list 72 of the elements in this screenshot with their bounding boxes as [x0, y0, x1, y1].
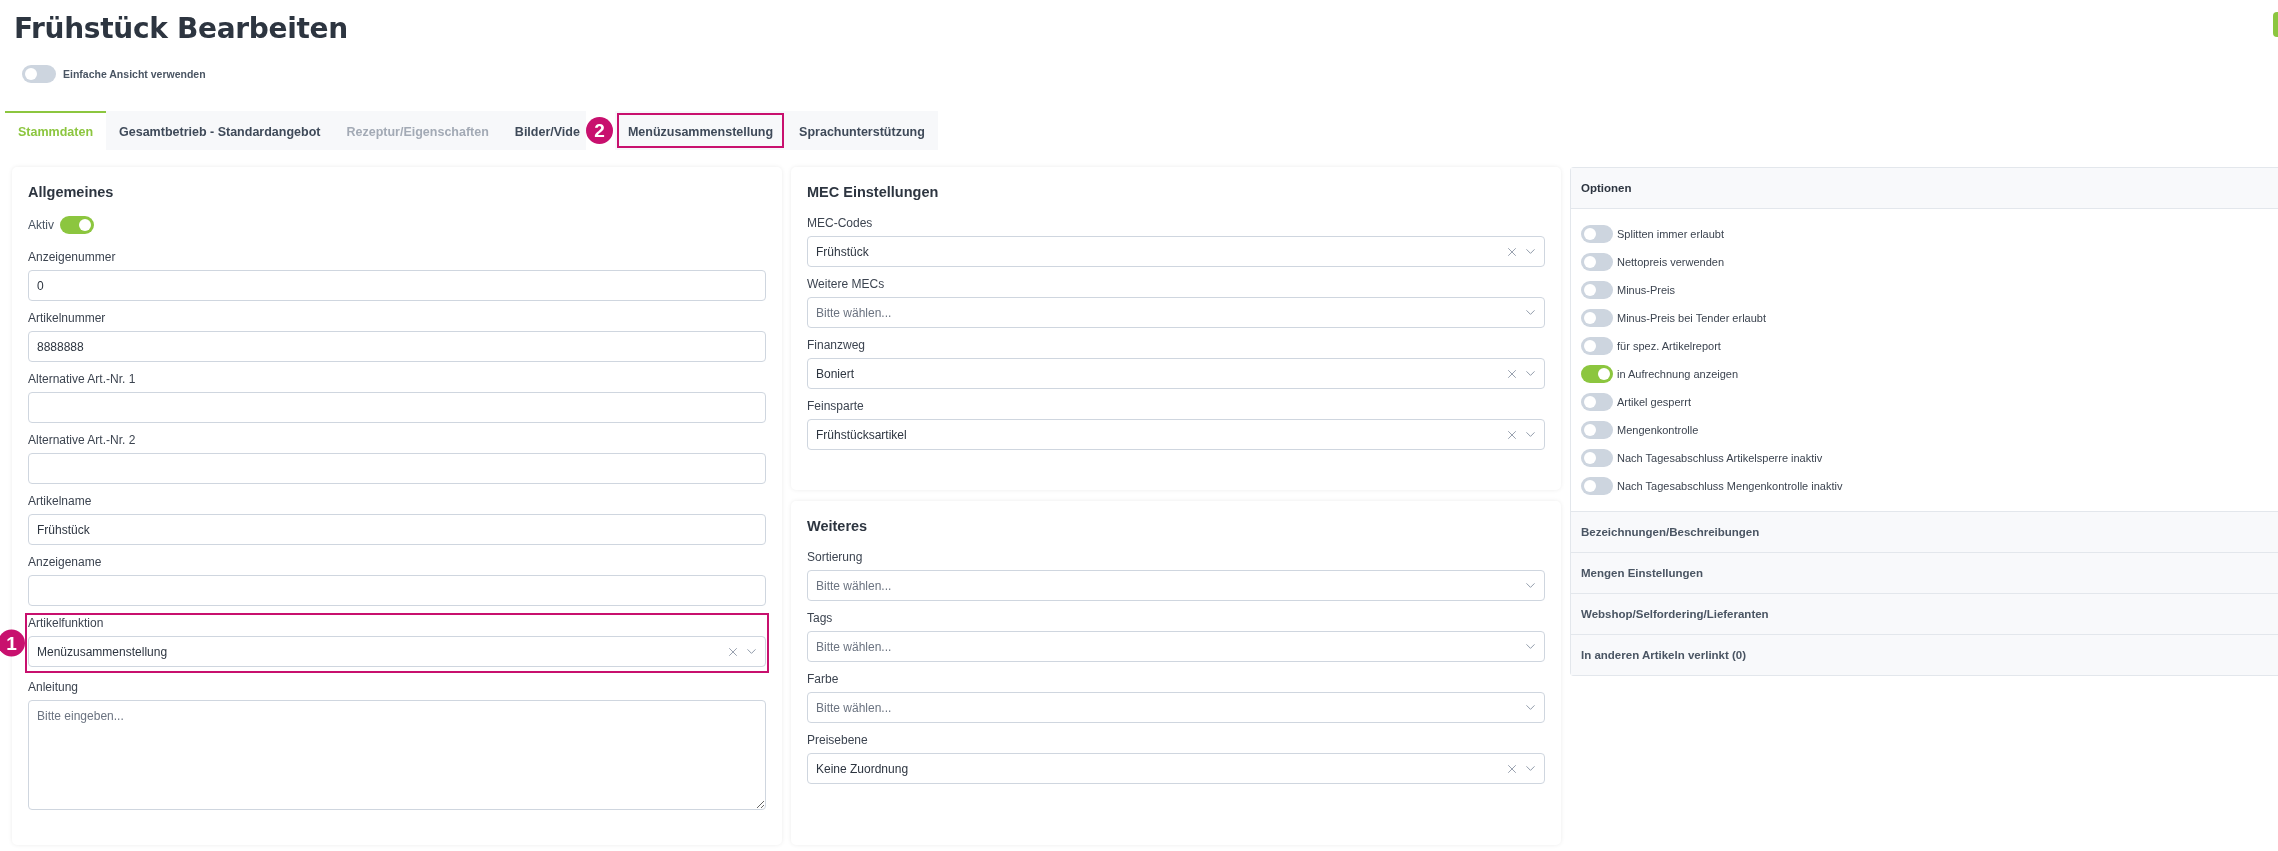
toggle-switch[interactable] — [60, 216, 94, 234]
field-label: Alternative Art.-Nr. 1 — [28, 372, 137, 386]
field-label: Preisebene — [807, 733, 869, 747]
card-title: Allgemeines — [28, 184, 115, 200]
select-field[interactable]: Frühstücksartikel — [807, 419, 1545, 450]
toggle-label: Nach Tagesabschluss Mengenkontrolle inaktiv — [1617, 480, 1843, 492]
toggle-switch[interactable] — [22, 65, 56, 83]
toggle-label: Nach Tagesabschluss Artikelsperre inaktiv — [1617, 452, 1823, 464]
accordion-header[interactable]: Webshop/Selfordering/Lieferanten — [1571, 593, 2278, 634]
toggle-switch[interactable] — [1581, 337, 1613, 355]
field-label: Farbe — [807, 672, 840, 686]
toggle-label: in Aufrechnung anzeigen — [1617, 368, 1739, 380]
toggle-switch[interactable] — [1581, 421, 1613, 439]
accordion-header[interactable]: Mengen Einstellungen — [1571, 552, 2278, 593]
select-field[interactable]: Keine Zuordnung — [807, 753, 1545, 784]
field-label: MEC-Codes — [807, 216, 874, 230]
toggle-label: Splitten immer erlaubt — [1617, 228, 1724, 240]
field-label: Artikelfunktion — [28, 616, 105, 630]
accordion-header[interactable]: In anderen Artikeln verlinkt (0) — [1571, 634, 2278, 675]
accordion-header[interactable]: Bezeichnungen/Beschreibungen — [1571, 511, 2278, 552]
toggle-label: Nettopreis verwenden — [1617, 256, 1724, 268]
toggle-switch[interactable] — [1581, 449, 1613, 467]
field-label: Weitere MECs — [807, 277, 886, 291]
text-field[interactable]: 8888888 — [28, 331, 766, 362]
field-label: Artikelname — [28, 494, 93, 508]
select-field[interactable]: Menüzusammenstellung — [28, 636, 766, 667]
field-label: Sortierung — [807, 550, 864, 564]
select-field[interactable]: Bitte wählen... — [807, 570, 1545, 601]
toggle-switch[interactable] — [1581, 225, 1613, 243]
select-field[interactable]: Frühstück — [807, 236, 1545, 267]
toggle-switch[interactable] — [1581, 393, 1613, 411]
field-label: Finanzweg — [807, 338, 867, 352]
toggle-label: Minus-Preis — [1617, 284, 1676, 296]
tab[interactable]: Gesamtbetrieb - Standardangebot — [106, 111, 334, 150]
toggle-label: Minus-Preis bei Tender erlaubt — [1617, 312, 1766, 324]
field-label: Artikelnummer — [28, 311, 107, 325]
field-label: Feinsparte — [807, 399, 865, 413]
text-field[interactable]: Frühstück — [28, 514, 766, 545]
field-label: Anzeigenummer — [28, 250, 117, 264]
text-area[interactable]: Bitte eingeben... — [28, 700, 766, 810]
field-label: Alternative Art.-Nr. 2 — [28, 433, 137, 447]
text-field[interactable] — [28, 575, 766, 606]
toggle-label: Artikel gesperrt — [1617, 396, 1691, 408]
text-field[interactable] — [28, 453, 766, 484]
callout-badge: 1 — [0, 629, 25, 657]
field-label: Anleitung — [28, 680, 80, 694]
select-field[interactable]: Bitte wählen... — [807, 297, 1545, 328]
tab[interactable]: Sprachunterstützung — [786, 111, 938, 150]
page-title: Frühstück Bearbeiten — [14, 12, 348, 45]
toggle-switch[interactable] — [1581, 365, 1613, 383]
field-label: Anzeigename — [28, 555, 103, 569]
toggle-label: Mengenkontrolle — [1617, 424, 1699, 436]
select-field[interactable]: Bitte wählen... — [807, 631, 1545, 662]
toggle-switch[interactable] — [1581, 253, 1613, 271]
text-field[interactable] — [28, 392, 766, 423]
card-title: Optionen — [1571, 168, 2278, 209]
field-label: Tags — [807, 611, 834, 625]
card-title: Weiteres — [807, 518, 869, 534]
toggle-label: für spez. Artikelreport — [1617, 340, 1721, 352]
toggle-switch[interactable] — [1581, 309, 1613, 327]
card-title: MEC Einstellungen — [807, 184, 940, 200]
select-field[interactable]: Boniert — [807, 358, 1545, 389]
action-button[interactable] — [2273, 12, 2278, 37]
toggle-switch[interactable] — [1581, 281, 1613, 299]
toggle-label: Aktiv — [28, 218, 54, 232]
toggle-label: Einfache Ansicht verwenden — [63, 68, 206, 80]
text-field[interactable]: 0 — [28, 270, 766, 301]
tab[interactable]: Bilder/Vide — [501, 111, 586, 150]
callout-badge: 2 — [585, 117, 613, 144]
tab[interactable]: Menüzusammenstellung — [614, 111, 787, 150]
select-field[interactable]: Bitte wählen... — [807, 692, 1545, 723]
toggle-switch[interactable] — [1581, 477, 1613, 495]
